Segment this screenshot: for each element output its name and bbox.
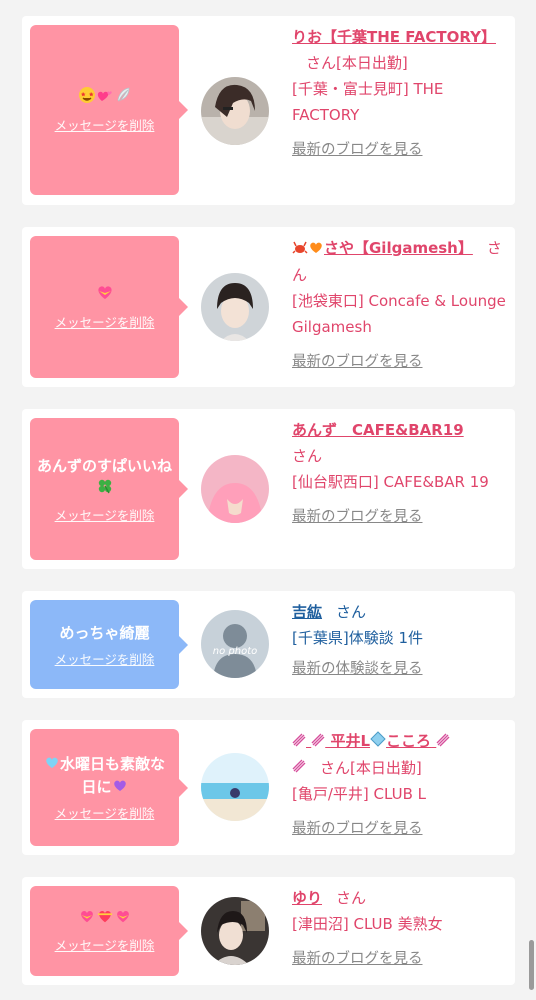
cast-name: 平井L こころ さん[本日出勤] bbox=[292, 728, 510, 781]
avatar[interactable] bbox=[201, 273, 269, 341]
cast-name-link[interactable]: ゆり bbox=[292, 889, 322, 907]
message-card: あんずのすぱいいね メッセージを削除 あんず CAFE&BAR19 さん [仙台駅… bbox=[22, 409, 515, 569]
latest-blog-link[interactable]: 最新のブログを見る bbox=[292, 138, 510, 159]
purple-heart-icon bbox=[112, 776, 128, 799]
message-text: めっちゃ綺麗 bbox=[59, 623, 150, 642]
cast-info: さや【Gilgamesh】 さん [池袋東口] Concafe & Lounge … bbox=[292, 235, 510, 371]
message-bubble: あんずのすぱいいね メッセージを削除 bbox=[30, 418, 188, 560]
avatar[interactable] bbox=[201, 897, 269, 965]
no-photo-label: no photo bbox=[212, 646, 258, 657]
cast-name-link[interactable]: さや【Gilgamesh】 bbox=[292, 239, 473, 257]
two-hearts-icon bbox=[96, 86, 114, 111]
light-blue-heart-icon bbox=[44, 753, 60, 776]
shop-label: [亀戸/平井] CLUB L bbox=[292, 785, 427, 803]
shop-label: [池袋東口] Concafe & Lounge Gilgamesh bbox=[292, 291, 506, 336]
dna-icon bbox=[311, 729, 325, 755]
cast-name-link[interactable]: あんず CAFE&BAR19 bbox=[292, 421, 464, 439]
message-card: メッセージを削除 さや【Gilgamesh】 さん [池袋東口] Concafe … bbox=[22, 227, 515, 387]
delete-message-link[interactable]: メッセージを削除 bbox=[55, 935, 155, 954]
latest-blog-link[interactable]: 最新のブログを見る bbox=[292, 350, 510, 371]
message-card: めっちゃ綺麗 メッセージを削除 no photo 吉紘 さん [千葉県]体験談 1… bbox=[22, 591, 515, 698]
cast-name: りお【千葉THE FACTORY】さん[本日出勤] bbox=[292, 28, 496, 72]
cast-name: あんず CAFE&BAR19 さん bbox=[292, 421, 464, 465]
heart-with-ribbon-icon bbox=[78, 908, 96, 931]
message-text bbox=[78, 908, 132, 931]
message-bubble: 水曜日も素敵な 日に メッセージを削除 bbox=[30, 729, 188, 846]
latest-blog-link[interactable]: 最新のブログを見る bbox=[292, 505, 510, 526]
avatar[interactable] bbox=[201, 77, 269, 145]
latest-blog-link[interactable]: 最新のブログを見る bbox=[292, 947, 510, 968]
message-bubble: メッセージを削除 bbox=[30, 25, 188, 195]
four-leaf-clover-icon bbox=[97, 478, 113, 501]
cast-info: 吉紘 さん [千葉県]体験談 1件 最新の体験談を見る bbox=[292, 599, 510, 678]
cast-info: ゆり さん [津田沼] CLUB 美熟女 最新のブログを見る bbox=[292, 885, 510, 968]
heart-with-ribbon-icon bbox=[95, 283, 115, 308]
delete-message-link[interactable]: メッセージを削除 bbox=[55, 115, 155, 134]
cast-name-link[interactable]: りお【千葉THE FACTORY】 bbox=[292, 28, 496, 46]
message-card: メッセージを削除 ゆり さん [津田沼] CLUB 美熟女 最新のブログを見る bbox=[22, 877, 515, 985]
message-text bbox=[95, 283, 115, 308]
cast-info: 平井L こころ さん[本日出勤] [亀戸/平井] CLUB L 最新のブログを見る bbox=[292, 728, 510, 838]
message-text: 水曜日も素敵な 日に bbox=[44, 753, 165, 799]
crab-icon bbox=[292, 236, 308, 262]
avatar[interactable]: no photo bbox=[201, 610, 269, 678]
delete-message-link[interactable]: メッセージを削除 bbox=[55, 505, 155, 524]
orange-heart-icon bbox=[308, 236, 324, 262]
cast-info: りお【千葉THE FACTORY】さん[本日出勤] [千葉・富士見町] THE … bbox=[292, 24, 510, 159]
feather-icon bbox=[114, 86, 132, 111]
user-name: 吉紘 さん bbox=[292, 603, 367, 621]
message-text: あんずのすぱいいね bbox=[36, 455, 173, 501]
avatar[interactable] bbox=[201, 455, 269, 523]
delete-message-link[interactable]: メッセージを削除 bbox=[55, 803, 155, 822]
user-name-link[interactable]: 吉紘 bbox=[292, 603, 322, 621]
message-bubble: めっちゃ綺麗 メッセージを削除 bbox=[30, 600, 188, 689]
shop-label: [津田沼] CLUB 美熟女 bbox=[292, 915, 443, 933]
heart-with-ribbon-icon bbox=[114, 908, 132, 931]
diamond-icon bbox=[370, 729, 386, 755]
dna-icon bbox=[436, 729, 450, 755]
star-struck-face-icon bbox=[78, 86, 96, 111]
message-bubble: メッセージを削除 bbox=[30, 236, 188, 378]
latest-blog-link[interactable]: 最新のブログを見る bbox=[292, 817, 510, 838]
heart-on-fire-icon bbox=[96, 908, 114, 931]
message-bubble: メッセージを削除 bbox=[30, 886, 188, 976]
delete-message-link[interactable]: メッセージを削除 bbox=[55, 649, 155, 668]
cast-info: あんず CAFE&BAR19 さん [仙台駅西口] CAFE&BAR 19 最新の… bbox=[292, 417, 510, 526]
shop-label: [千葉・富士見町] THE FACTORY bbox=[292, 80, 444, 124]
latest-review-link[interactable]: 最新の体験談を見る bbox=[292, 657, 510, 678]
scrollbar[interactable] bbox=[529, 940, 534, 990]
delete-message-link[interactable]: メッセージを削除 bbox=[55, 312, 155, 331]
cast-name: ゆり さん bbox=[292, 889, 367, 907]
shop-label: [仙台駅西口] CAFE&BAR 19 bbox=[292, 473, 489, 491]
message-card: 水曜日も素敵な 日に メッセージを削除 平井L こころ さん[本日出勤] [亀戸/平… bbox=[22, 720, 515, 855]
avatar[interactable] bbox=[201, 753, 269, 821]
message-text bbox=[78, 86, 132, 111]
message-card: メッセージを削除 りお【千葉THE FACTORY】さん[本日出勤] [千葉・富… bbox=[22, 16, 515, 205]
cast-name: さや【Gilgamesh】 さん bbox=[292, 235, 510, 288]
review-count-label: [千葉県]体験談 1件 bbox=[292, 629, 424, 647]
dna-icon bbox=[292, 755, 306, 781]
dna-icon bbox=[292, 729, 306, 755]
